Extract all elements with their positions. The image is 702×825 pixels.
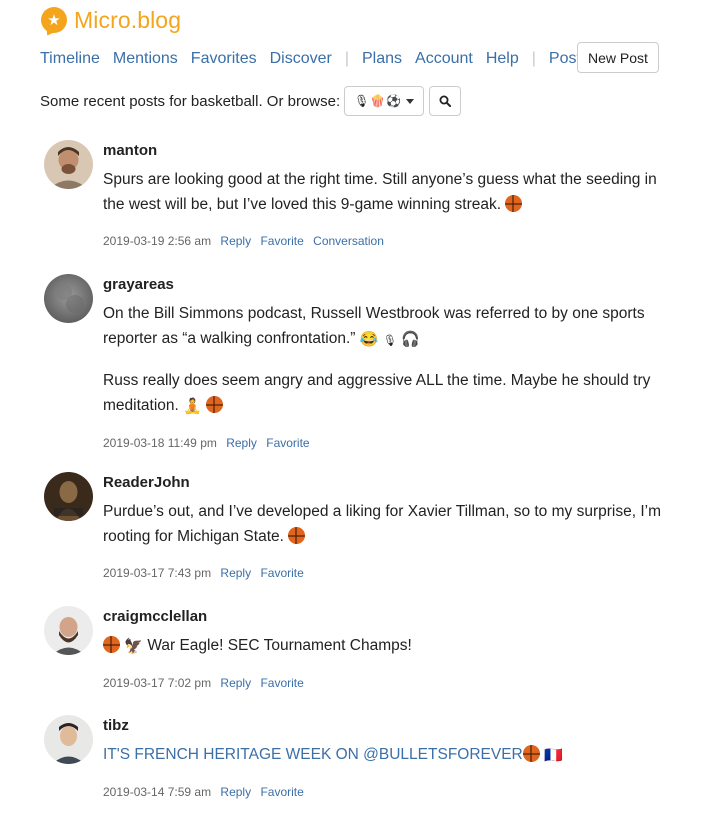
post-meta: 2019-03-14 7:59 am Reply Favorite: [103, 784, 664, 800]
post-meta: 2019-03-17 7:43 pm Reply Favorite: [103, 565, 664, 581]
avatar[interactable]: [44, 472, 93, 521]
post-item: craigmcclellan 🦅 War Eagle! SEC Tourname…: [44, 606, 664, 715]
favorite-link[interactable]: Favorite: [260, 566, 303, 580]
favorite-link[interactable]: Favorite: [260, 785, 303, 799]
post-date[interactable]: 2019-03-18 11:49 pm: [103, 436, 217, 450]
nav-help[interactable]: Help: [486, 50, 519, 68]
search-icon: [439, 95, 452, 107]
post-username[interactable]: ReaderJohn: [103, 472, 664, 492]
post-text: Purdue’s out, and I’ve developed a likin…: [103, 503, 661, 545]
nav-divider: |: [531, 49, 536, 67]
post-content: Purdue’s out, and I’ve developed a likin…: [103, 499, 664, 549]
app-logo[interactable]: ★ Micro.blog: [41, 6, 181, 34]
post-item: grayareas On the Bill Simmons podcast, R…: [44, 274, 664, 472]
post-item: manton Spurs are looking good at the rig…: [44, 140, 664, 274]
laughing-face-icon: 😂: [359, 331, 379, 348]
reply-link[interactable]: Reply: [220, 785, 251, 799]
post-date[interactable]: 2019-03-19 2:56 am: [103, 234, 211, 248]
post-meta: 2019-03-18 11:49 pm Reply Favorite: [103, 435, 664, 451]
post-meta: 2019-03-17 7:02 pm Reply Favorite: [103, 675, 664, 691]
post-username[interactable]: tibz: [103, 715, 664, 735]
nav-divider: |: [344, 49, 349, 67]
avatar[interactable]: [44, 140, 93, 189]
favorite-link[interactable]: Favorite: [260, 676, 303, 690]
post-date[interactable]: 2019-03-14 7:59 am: [103, 785, 211, 799]
reply-link[interactable]: Reply: [226, 436, 257, 450]
basketball-icon: [206, 396, 224, 413]
headphones-icon: 🎧: [401, 331, 420, 348]
reply-link[interactable]: Reply: [220, 676, 251, 690]
nav-discover[interactable]: Discover: [270, 50, 332, 68]
browse-description: Some recent posts for basketball. Or bro…: [40, 92, 341, 110]
chevron-down-icon: [406, 98, 415, 104]
nav-plans[interactable]: Plans: [362, 50, 402, 68]
favorite-link[interactable]: Favorite: [266, 436, 309, 450]
reply-link[interactable]: Reply: [220, 234, 251, 248]
post-meta: 2019-03-19 2:56 am Reply Favorite Conver…: [103, 233, 664, 249]
soccer-ball-icon: ⚽: [386, 94, 402, 108]
basketball-icon: [103, 636, 120, 653]
avatar[interactable]: [44, 715, 93, 764]
post-content: On the Bill Simmons podcast, Russell Wes…: [103, 301, 664, 419]
post-username[interactable]: manton: [103, 140, 664, 160]
france-flag-icon: 🇫🇷: [544, 747, 563, 764]
search-button[interactable]: [429, 86, 462, 116]
post-list: manton Spurs are looking good at the rig…: [44, 140, 664, 825]
microphone-icon: 🎙: [382, 335, 397, 347]
post-date[interactable]: 2019-03-17 7:02 pm: [103, 676, 211, 690]
post-username[interactable]: craigmcclellan: [103, 606, 664, 626]
star-logo-icon: ★: [41, 7, 67, 33]
new-post-button[interactable]: New Post: [577, 42, 659, 73]
post-text: Spurs are looking good at the right time…: [103, 171, 657, 213]
post-content: Spurs are looking good at the right time…: [103, 167, 664, 217]
avatar[interactable]: [44, 606, 93, 655]
emoji-topic-dropdown[interactable]: 🎙 🍿 ⚽: [344, 86, 425, 116]
nav-favorites[interactable]: Favorites: [191, 50, 257, 68]
eagle-icon: 🦅: [124, 638, 143, 655]
post-item: tibz IT'S FRENCH HERITAGE WEEK ON @BULLE…: [44, 715, 664, 825]
microphone-icon: 🎙: [354, 94, 370, 108]
basketball-icon: [505, 195, 523, 212]
nav-account[interactable]: Account: [415, 50, 473, 68]
nav-mentions[interactable]: Mentions: [113, 50, 178, 68]
nav-timeline[interactable]: Timeline: [40, 50, 100, 68]
post-content: IT'S FRENCH HERITAGE WEEK ON @BULLETSFOR…: [103, 742, 664, 768]
popcorn-icon: 🍿: [370, 94, 386, 108]
post-content: 🦅 War Eagle! SEC Tournament Champs!: [103, 633, 664, 659]
browse-row: Some recent posts for basketball. Or bro…: [40, 86, 462, 116]
meditating-person-icon: 🧘: [183, 398, 202, 415]
main-nav: Timeline Mentions Favorites Discover | P…: [40, 42, 602, 75]
post-link-text[interactable]: IT'S FRENCH HERITAGE WEEK ON @BULLETSFOR…: [103, 746, 523, 763]
avatar[interactable]: [44, 274, 93, 323]
post-item: ReaderJohn Purdue’s out, and I’ve develo…: [44, 472, 664, 606]
basketball-icon: [288, 527, 306, 544]
post-text: War Eagle! SEC Tournament Champs!: [147, 637, 412, 654]
post-username[interactable]: grayareas: [103, 274, 664, 294]
post-date[interactable]: 2019-03-17 7:43 pm: [103, 566, 211, 580]
favorite-link[interactable]: Favorite: [260, 234, 303, 248]
basketball-icon: [522, 745, 540, 762]
reply-link[interactable]: Reply: [220, 566, 251, 580]
conversation-link[interactable]: Conversation: [313, 234, 384, 248]
app-name: Micro.blog: [74, 6, 182, 33]
